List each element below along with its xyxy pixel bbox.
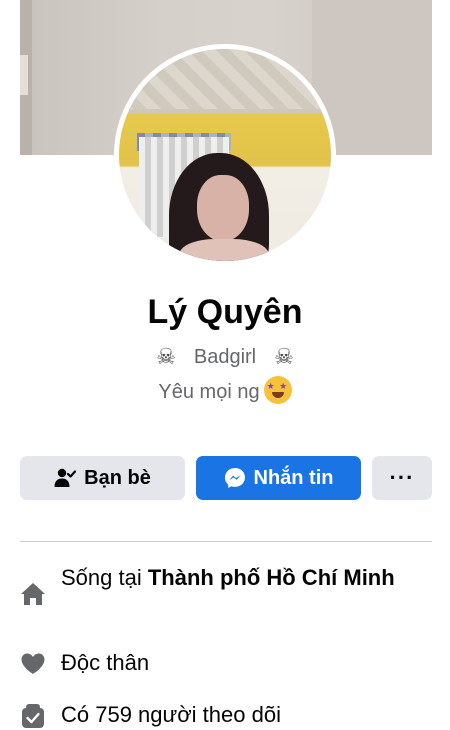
lives-in-prefix: Sống tại <box>61 565 148 590</box>
profile-picture[interactable] <box>119 49 331 261</box>
followers-icon <box>22 704 44 728</box>
relationship-text: Độc thân <box>61 650 150 675</box>
friends-button[interactable]: Bạn bè <box>20 456 185 500</box>
heart-icon <box>21 653 45 674</box>
avatar-ceiling <box>119 49 331 109</box>
followers-text: Có 759 người theo dõi <box>61 702 281 727</box>
more-options-button[interactable]: ··· <box>372 456 432 500</box>
bio-text-1: Badgirl <box>193 346 257 368</box>
skull-icon: ☠ <box>274 344 294 369</box>
more-dots-icon: ··· <box>389 465 415 490</box>
star-struck-emoji-icon <box>263 376 292 404</box>
cover-wall-frame <box>20 55 28 95</box>
friends-button-label: Bạn bè <box>84 466 151 489</box>
lives-in-city-link[interactable]: Thành phố Hồ Chí Minh <box>148 565 395 590</box>
avatar-shoulder <box>179 239 269 261</box>
bio-line-2: Yêu mọi ng <box>0 376 450 404</box>
message-button-label: Nhắn tin <box>253 466 334 489</box>
avatar-face <box>197 175 249 241</box>
friend-check-icon <box>54 468 77 487</box>
skull-icon: ☠ <box>156 344 176 369</box>
messenger-icon <box>224 468 245 488</box>
profile-name: Lý Quyên <box>147 293 303 331</box>
section-divider <box>20 541 432 542</box>
bio-line-1: ☠ Badgirl ☠ <box>0 344 450 370</box>
message-button[interactable]: Nhắn tin <box>196 456 361 500</box>
home-icon <box>21 583 45 605</box>
lives-in-text: Sống tại Thành phố Hồ Chí Minh <box>61 563 432 593</box>
bio-text-2: Yêu mọi ng <box>158 381 260 403</box>
